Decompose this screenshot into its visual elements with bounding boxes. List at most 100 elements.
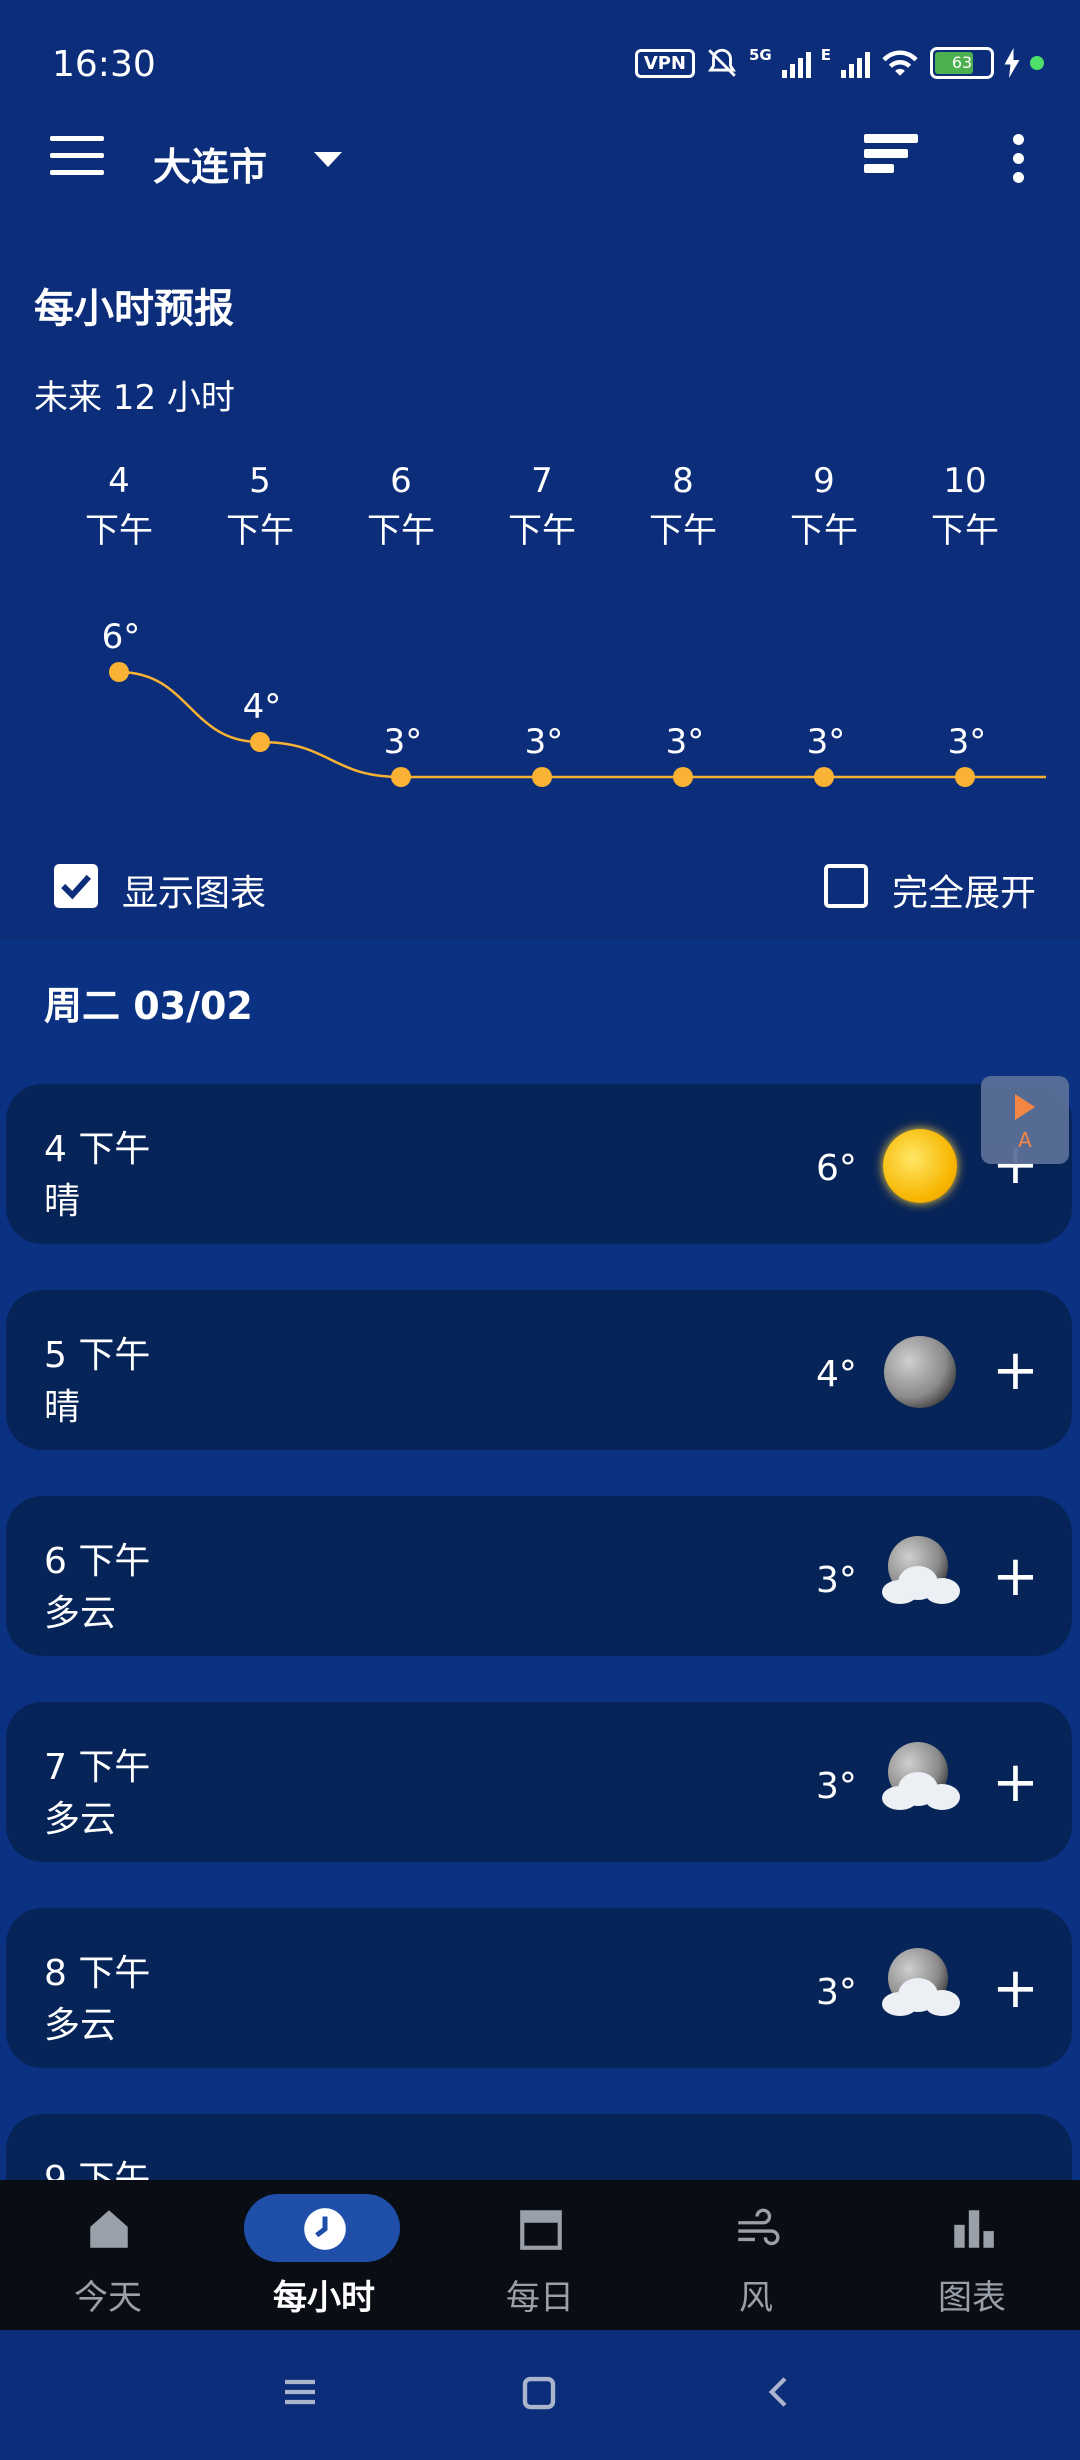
card-temp: 3° — [816, 1766, 857, 1807]
more-vert-icon[interactable] — [1009, 134, 1027, 184]
dropdown-caret-icon[interactable] — [314, 152, 342, 167]
hour-card[interactable]: 9 下午 — [6, 2114, 1072, 2180]
home-icon — [90, 2210, 128, 2248]
fab-letter: A — [1018, 1128, 1032, 1152]
hour-card[interactable]: 8 下午 多云 3° + — [6, 1908, 1072, 2068]
battery-icon: 63 — [930, 47, 994, 79]
floating-play-button[interactable]: A — [981, 1076, 1069, 1164]
temperature-point — [673, 767, 693, 787]
menu-icon[interactable] — [50, 136, 104, 176]
status-dot — [1030, 56, 1044, 70]
hour-number: 10 — [943, 461, 987, 501]
nav-today[interactable]: 今天 — [0, 2180, 216, 2330]
hour-period: 下午 — [931, 511, 999, 551]
mute-bell-icon — [708, 48, 736, 77]
hour-period: 下午 — [790, 511, 858, 551]
card-time: 9 下午 — [44, 2159, 151, 2180]
vpn-icon: VPN — [634, 48, 695, 78]
calendar-icon — [520, 2210, 562, 2250]
home-button-icon[interactable] — [518, 2372, 560, 2414]
section-subtitle: 未来 12 小时 — [34, 378, 235, 418]
hour-period: 下午 — [367, 511, 435, 551]
card-condition: 晴 — [44, 1181, 81, 1222]
wind-icon — [738, 2208, 780, 2246]
hour-card[interactable]: 6 下午 多云 3° + — [6, 1496, 1072, 1656]
signal-icon-2 — [841, 48, 870, 78]
hour-card[interactable]: 4 下午 晴 6° + — [6, 1084, 1072, 1244]
clock-icon — [304, 2208, 346, 2250]
network-5g-label: 5G — [749, 46, 772, 64]
card-time: 8 下午 — [44, 1953, 151, 1994]
hour-number: 8 — [672, 461, 694, 501]
moon-cloud-icon — [878, 1742, 962, 1826]
section-title: 每小时预报 — [34, 286, 234, 332]
temperature-chart: 6° 4° 3° 3° 3° 3° 3° — [102, 617, 1046, 787]
moon-cloud-icon — [878, 1536, 962, 1620]
hour-column: 10 下午 — [905, 456, 1025, 556]
checkmark-icon — [61, 874, 92, 900]
expand-plus-icon[interactable]: + — [992, 1956, 1039, 2021]
temperature-point — [814, 767, 834, 787]
hour-column: 9 下午 — [764, 456, 884, 556]
card-temp: 3° — [816, 1560, 857, 1601]
hourly-list: 周二 03/02 4 下午 晴 6° + 5 下午 晴 4° + 6 下午 多云… — [0, 940, 1080, 2180]
network-e-label: E — [820, 46, 831, 64]
card-time: 4 下午 — [44, 1129, 151, 1170]
show-chart-label[interactable]: 显示图表 — [122, 864, 266, 916]
card-condition: 晴 — [44, 1387, 81, 1428]
hour-period: 下午 — [85, 511, 153, 551]
temperature-label: 6° — [102, 617, 141, 657]
temperature-point — [109, 662, 129, 682]
temperature-point — [532, 767, 552, 787]
hour-column: 6 下午 — [341, 456, 461, 556]
recents-icon[interactable] — [280, 2372, 320, 2412]
card-temp: 6° — [816, 1148, 857, 1189]
hour-number: 7 — [531, 461, 553, 501]
expand-plus-icon[interactable]: + — [992, 1338, 1039, 1403]
sun-icon — [878, 1124, 962, 1208]
card-time: 5 下午 — [44, 1335, 151, 1376]
card-time: 6 下午 — [44, 1541, 151, 1582]
card-condition: 多云 — [44, 1799, 117, 1840]
temperature-label: 3° — [807, 722, 846, 762]
card-temp: 4° — [816, 1354, 857, 1395]
hour-period: 下午 — [649, 511, 717, 551]
show-chart-checkbox[interactable] — [54, 864, 98, 908]
bottom-nav: 今天 每小时 每日 风 图表 — [0, 2180, 1080, 2330]
expand-all-label[interactable]: 完全展开 — [892, 864, 1036, 916]
temperature-label: 3° — [525, 722, 564, 762]
hour-card[interactable]: 5 下午 晴 4° + — [6, 1290, 1072, 1450]
wifi-icon — [882, 50, 918, 76]
expand-plus-icon[interactable]: + — [992, 1750, 1039, 1815]
bar-chart-icon — [954, 2210, 994, 2248]
card-time: 7 下午 — [44, 1747, 151, 1788]
sort-icon[interactable] — [864, 134, 918, 182]
back-icon[interactable] — [760, 2372, 800, 2412]
nav-label: 图表 — [938, 2278, 1006, 2318]
hour-card[interactable]: 7 下午 多云 3° + — [6, 1702, 1072, 1862]
nav-label: 每小时 — [273, 2278, 375, 2318]
play-icon — [1015, 1094, 1035, 1120]
hour-column: 5 下午 — [200, 456, 320, 556]
temperature-label: 3° — [384, 722, 423, 762]
moon-icon — [878, 1330, 962, 1414]
temperature-label: 3° — [948, 722, 987, 762]
expand-all-checkbox[interactable] — [824, 864, 868, 908]
charging-icon — [1004, 48, 1020, 78]
moon-cloud-icon — [878, 1948, 962, 2032]
nav-wind[interactable]: 风 — [648, 2180, 864, 2330]
temperature-label: 3° — [666, 722, 705, 762]
nav-hourly[interactable]: 每小时 — [216, 2180, 432, 2330]
hour-number: 4 — [108, 461, 130, 501]
nav-daily[interactable]: 每日 — [432, 2180, 648, 2330]
nav-label: 今天 — [74, 2278, 142, 2318]
card-temp: 3° — [816, 1972, 857, 2013]
status-icons: VPN 5G E 63 — [634, 46, 1044, 80]
temperature-label: 4° — [243, 687, 282, 727]
nav-charts[interactable]: 图表 — [864, 2180, 1080, 2330]
expand-plus-icon[interactable]: + — [992, 1544, 1039, 1609]
temperature-point — [391, 767, 411, 787]
nav-label: 每日 — [506, 2278, 574, 2318]
hour-period: 下午 — [508, 511, 576, 551]
city-selector[interactable]: 大连市 — [153, 136, 267, 191]
